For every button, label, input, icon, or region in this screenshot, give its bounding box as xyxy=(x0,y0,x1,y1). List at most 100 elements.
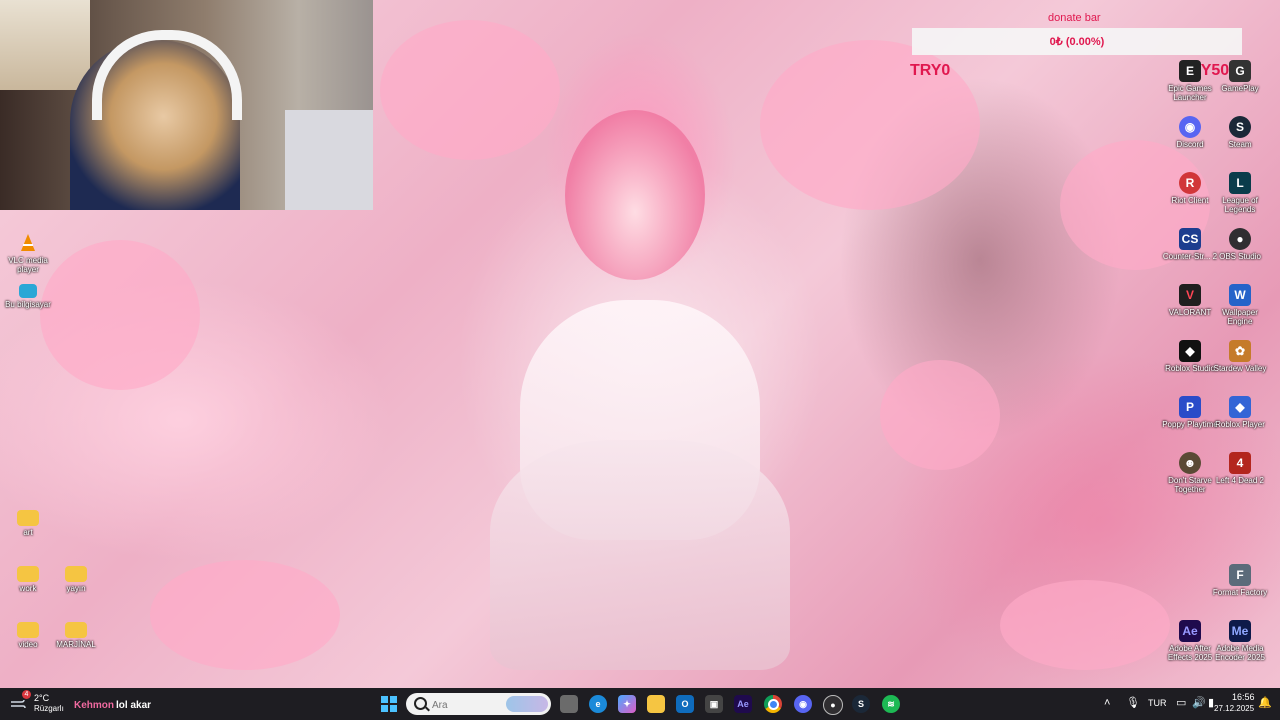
headset-icon xyxy=(92,30,242,120)
desktop-icon-label: Discord xyxy=(1176,140,1204,149)
desktop-icon-label: Bu bilgisayar xyxy=(5,300,51,309)
discord-taskbar-icon[interactable]: ◉ xyxy=(794,695,812,713)
folder-icon xyxy=(17,566,39,582)
desktop-icon-this-pc[interactable]: Bu bilgisayar xyxy=(0,284,56,309)
desktop-icon-discord[interactable]: ◉ Discord xyxy=(1162,116,1218,149)
desktop-icon-roblox-studio[interactable]: ◆ Roblox Studio xyxy=(1162,340,1218,373)
outlook-icon[interactable]: O xyxy=(676,695,694,713)
epic-games-icon: E xyxy=(1179,60,1201,82)
clock-date[interactable]: 27.12.2025 xyxy=(1214,704,1254,713)
desktop-icon-riot-client[interactable]: R Riot Client xyxy=(1162,172,1218,205)
media-encoder-icon: Me xyxy=(1229,620,1251,642)
desktop-icon-valorant[interactable]: V VALORANT xyxy=(1162,284,1218,317)
copilot-icon[interactable]: ✦ xyxy=(618,695,636,713)
desktop-icon-after-effects[interactable]: Ae Adobe After Effects 2025 xyxy=(1162,620,1218,662)
desktop-icon-label: Counter-Str... 2 xyxy=(1162,252,1218,261)
network-icon[interactable]: ▭ xyxy=(1176,696,1186,709)
discord-icon: ◉ xyxy=(1179,116,1201,138)
taskbar: 4 2°C Rüzgarlı Kehmon lol akar e ✦ O ▣ A… xyxy=(0,688,1280,720)
folder-icon xyxy=(17,510,39,526)
start-icon[interactable] xyxy=(380,695,398,713)
folder-icon xyxy=(65,566,87,582)
search-input[interactable] xyxy=(430,696,514,714)
desktop-icon-label: Adobe After Effects 2025 xyxy=(1167,644,1213,662)
donate-progress-text: 0₺ (0.00%) xyxy=(1049,36,1105,48)
taskbar-search-box[interactable] xyxy=(406,693,551,715)
desktop-icon-stardew-valley[interactable]: ✿ Stardew Valley xyxy=(1212,340,1268,373)
desktop-icon-label: Riot Client xyxy=(1171,196,1209,205)
desktop-icon-wallpaper-engine[interactable]: W Wallpaper Engine xyxy=(1212,284,1268,326)
folder-icon xyxy=(65,622,87,638)
chrome-icon[interactable] xyxy=(764,695,782,713)
edge-icon[interactable]: e xyxy=(589,695,607,713)
roblox-player-icon: ◆ xyxy=(1229,396,1251,418)
format-factory-icon: F xyxy=(1229,564,1251,586)
language-indicator[interactable]: TUR xyxy=(1148,698,1167,708)
desktop-icon-gameplay[interactable]: G GamePlay xyxy=(1212,60,1268,93)
stardew-valley-icon: ✿ xyxy=(1229,340,1251,362)
desktop-icon-label: Format Factory xyxy=(1212,588,1268,597)
search-highlight-icon xyxy=(506,696,548,712)
desktop-icon-obs-studio[interactable]: ● OBS Studio xyxy=(1212,228,1268,261)
desktop-icon-label: GamePlay xyxy=(1221,84,1259,93)
desktop-folder-yayin[interactable]: yayın xyxy=(48,566,104,593)
vlc-icon xyxy=(17,232,39,254)
desktop-icon-label: Left 4 Dead 2 xyxy=(1215,476,1265,485)
task-view-icon[interactable] xyxy=(560,695,578,713)
desktop-folder-art[interactable]: art xyxy=(0,510,56,537)
clock-time[interactable]: 16:56 xyxy=(1232,692,1255,702)
desktop-icon-league-of-legends[interactable]: L League of Legends xyxy=(1212,172,1268,214)
desktop-icon-media-encoder[interactable]: Me Adobe Media Encoder 2025 xyxy=(1212,620,1268,662)
wallpaper-character-skirt xyxy=(490,440,790,670)
obs-taskbar-icon[interactable]: ● xyxy=(823,695,843,715)
donate-progress-bar: 0₺ (0.00%) xyxy=(912,28,1242,55)
desktop-icon-counter-strike[interactable]: CS Counter-Str... 2 xyxy=(1162,228,1218,261)
microphone-icon[interactable]: 🎙 xyxy=(1126,696,1140,709)
desktop-icon-label: Wallpaper Engine xyxy=(1222,308,1258,326)
webcam-shelf xyxy=(285,110,373,210)
desktop-icon-label: Adobe Media Encoder 2025 xyxy=(1215,644,1265,662)
desktop-icon-left-4-dead-2[interactable]: 4 Left 4 Dead 2 xyxy=(1212,452,1268,485)
chevron-up-icon[interactable]: ˄ xyxy=(1104,697,1110,709)
desktop-icon-label: MARJİNAL xyxy=(56,640,96,649)
spotify-icon[interactable]: ≋ xyxy=(882,695,900,713)
desktop-icon-format-factory[interactable]: F Format Factory xyxy=(1212,564,1268,597)
notification-bell-icon[interactable]: 🔔 xyxy=(1258,696,1272,709)
weather-badge: 4 xyxy=(22,690,31,699)
file-explorer-icon[interactable] xyxy=(647,695,665,713)
dont-starve-icon: ☻ xyxy=(1179,452,1201,474)
wallpaper-character-head xyxy=(565,110,705,280)
donate-min-label: TRY0 xyxy=(910,62,951,79)
league-of-legends-icon: L xyxy=(1229,172,1251,194)
steam-taskbar-icon[interactable]: S xyxy=(852,695,870,713)
desktop-icon-label: League of Legends xyxy=(1222,196,1258,214)
webcam-window-background xyxy=(0,0,90,90)
desktop-icon-steam[interactable]: S Steam xyxy=(1212,116,1268,149)
desktop-folder-marjinal[interactable]: MARJİNAL xyxy=(48,622,104,649)
desktop-icon-label: Stardew Valley xyxy=(1213,364,1267,373)
desktop-icon-poppy-playtime[interactable]: P Poppy Playtime xyxy=(1162,396,1218,429)
gameplay-icon: G xyxy=(1229,60,1251,82)
desktop-icon-label: Steam xyxy=(1228,140,1252,149)
desktop-icon-roblox-player[interactable]: ◆ Roblox Player xyxy=(1212,396,1268,429)
obs-studio-icon: ● xyxy=(1229,228,1251,250)
stream-title-text: lol akar xyxy=(116,700,152,711)
wallpaper-engine-icon: W xyxy=(1229,284,1251,306)
volume-icon[interactable]: 🔊 xyxy=(1192,696,1206,709)
donate-bar-title: donate bar xyxy=(1048,12,1101,24)
store-icon[interactable]: ▣ xyxy=(705,695,723,713)
after-effects-taskbar-icon[interactable]: Ae xyxy=(734,695,752,713)
counter-strike-icon: CS xyxy=(1179,228,1201,250)
desktop-icon-epic-games[interactable]: E Epic Games Launcher xyxy=(1162,60,1218,102)
desktop-icon-label: Roblox Player xyxy=(1215,420,1265,429)
desktop-icon-label: art xyxy=(23,528,33,537)
computer-icon xyxy=(19,284,37,298)
riot-client-icon: R xyxy=(1179,172,1201,194)
stream-title-highlight: Kehmon xyxy=(74,700,114,711)
desktop-icon-label: VALORANT xyxy=(1168,308,1212,317)
weather-widget[interactable]: 4 2°C Rüzgarlı xyxy=(10,690,70,716)
desktop-icon-vlc[interactable]: VLC media player xyxy=(0,232,56,274)
desktop-icon-label: Don't Starve Together xyxy=(1168,476,1212,494)
desktop-icon-dont-starve-together[interactable]: ☻ Don't Starve Together xyxy=(1162,452,1218,494)
left-4-dead-icon: 4 xyxy=(1229,452,1251,474)
